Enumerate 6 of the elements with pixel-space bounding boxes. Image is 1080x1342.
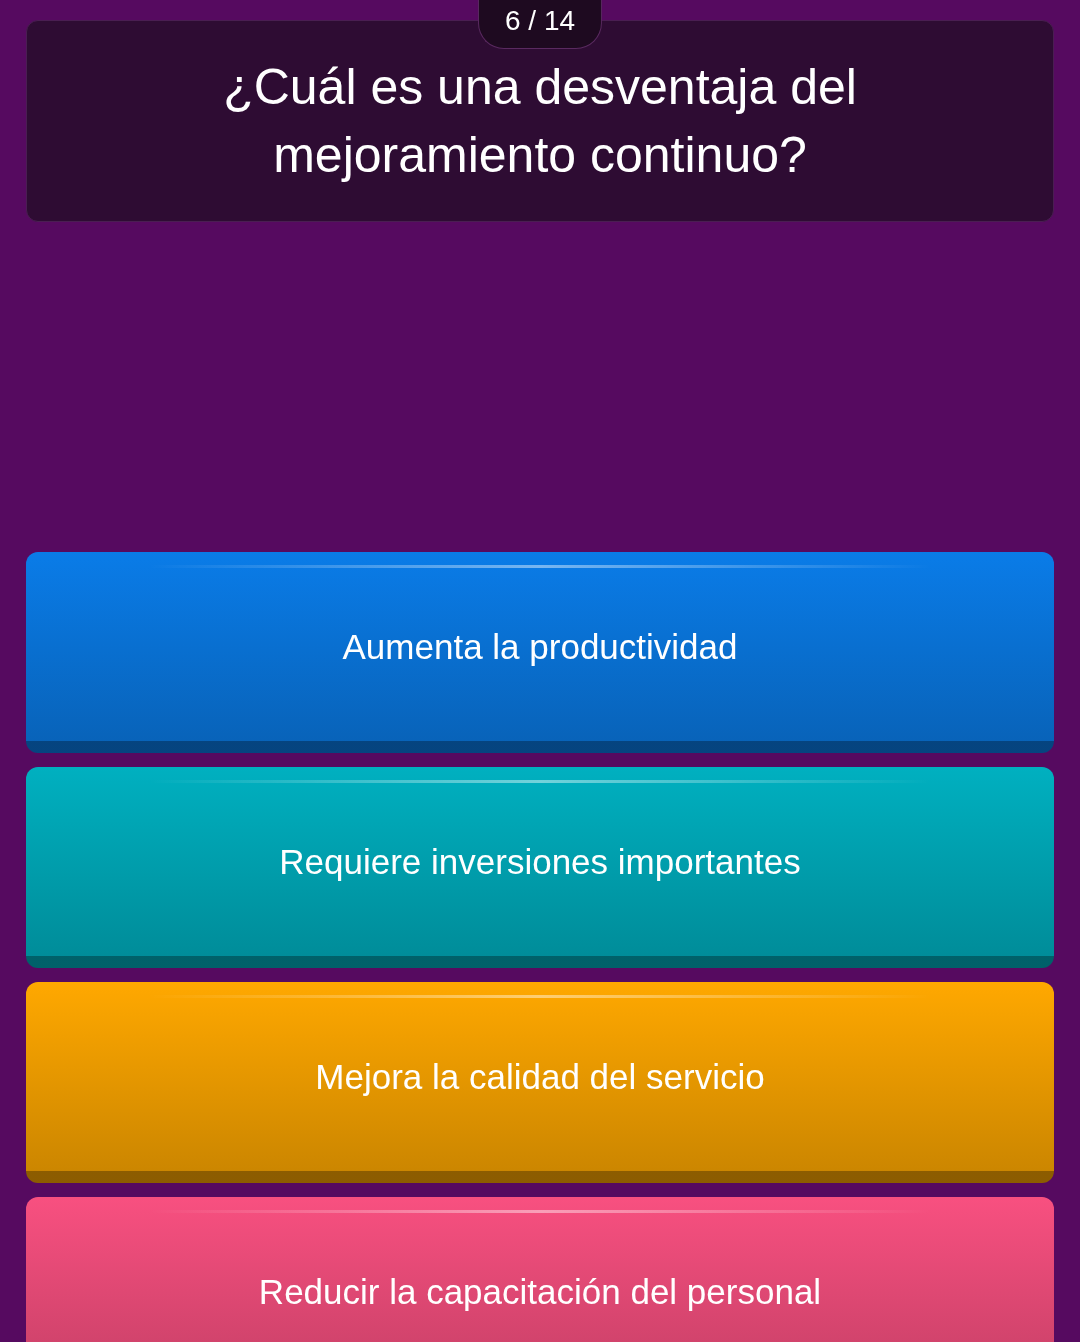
answer-button[interactable]: Requiere inversiones importantes xyxy=(26,767,1054,968)
answer-button[interactable]: Aumenta la productividad xyxy=(26,552,1054,753)
question-text: ¿Cuál es una desventaja del mejoramiento continuo? xyxy=(222,58,858,185)
answer-button[interactable]: Reducir la capacitación del personal xyxy=(26,1197,1054,1342)
answer-button[interactable]: Mejora la calidad del servicio xyxy=(26,982,1054,1183)
question-counter: 6 / 14 xyxy=(477,0,603,49)
